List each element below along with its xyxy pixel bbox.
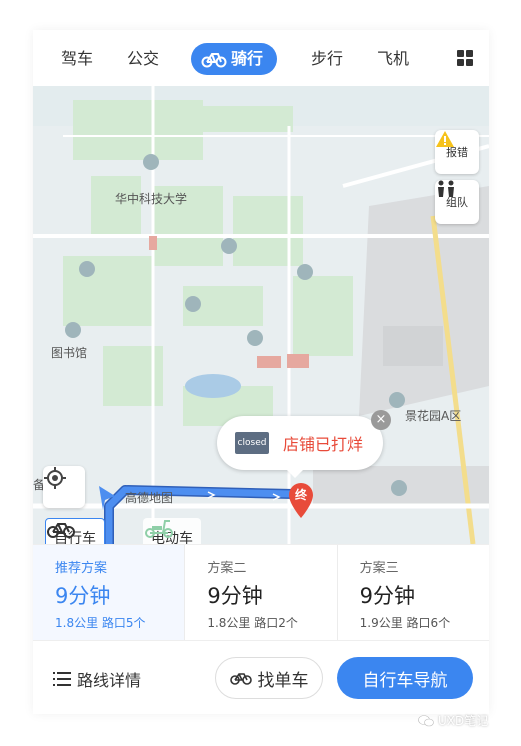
more-modes-grid-icon[interactable] xyxy=(457,50,473,66)
plan-name: 方案二 xyxy=(207,561,247,576)
poi-library-label: 图书馆 xyxy=(51,346,88,360)
bicycle-icon xyxy=(47,523,75,538)
mode-tab-flight[interactable]: 飞机 xyxy=(371,43,415,75)
route-plans: 推荐方案 9分钟 1.8公里 路口5个 方案二 9分钟 1.8公里 路口2个 方… xyxy=(33,544,489,640)
closed-sign-icon: closed xyxy=(235,432,269,454)
destination-pin-label: 终 xyxy=(294,488,307,502)
plan-distance: 1.8公里 路口2个 xyxy=(207,616,298,630)
plan-distance: 1.8公里 路口5个 xyxy=(55,616,146,630)
find-bike-button[interactable]: 找单车 xyxy=(215,657,323,699)
plan-name: 方案三 xyxy=(359,561,399,576)
mode-tab-drive[interactable]: 驾车 xyxy=(55,43,99,75)
plan-name: 推荐方案 xyxy=(55,561,108,576)
mode-tab-cycling-label: 骑行 xyxy=(231,49,264,68)
map-canvas xyxy=(33,86,489,544)
vehicle-tab-bicycle[interactable]: 自行车 xyxy=(45,518,105,544)
report-error-button[interactable]: 报错 xyxy=(435,130,479,174)
poi-start-label: 高德地图 xyxy=(125,491,174,505)
list-icon xyxy=(53,672,71,686)
app-screen: 驾车 公交 骑行 步行 飞机 华中科技大学 图书馆 景花园A区 高德地图 备 报… xyxy=(33,30,489,714)
route-details-button[interactable]: 路线详情 xyxy=(53,667,141,691)
plan-time: 9分钟 xyxy=(55,584,111,608)
mode-tab-transit[interactable]: 公交 xyxy=(121,43,165,75)
watermark: UXD笔记 xyxy=(418,712,488,729)
poi-garden-label: 景花园A区 xyxy=(405,409,462,423)
watermark-text: UXD笔记 xyxy=(438,714,489,728)
plan-distance: 1.9公里 路口6个 xyxy=(359,616,451,630)
find-bike-label: 找单车 xyxy=(257,670,309,691)
team-button[interactable]: 组队 xyxy=(435,180,479,224)
vehicle-tab-ebike[interactable]: 电动车 xyxy=(143,518,201,544)
route-details-label: 路线详情 xyxy=(77,671,142,690)
destination-pin[interactable]: 终 xyxy=(287,482,315,520)
wechat-icon xyxy=(418,714,434,726)
closed-sign-text: closed xyxy=(237,438,267,448)
close-popup-button[interactable]: × xyxy=(371,410,391,430)
mode-tab-walk[interactable]: 步行 xyxy=(305,43,349,75)
group-people-icon xyxy=(438,180,454,197)
bicycle-icon xyxy=(201,53,227,68)
plan-time: 9分钟 xyxy=(207,584,263,608)
plan-time: 9分钟 xyxy=(359,584,416,608)
bottom-action-bar: 路线详情 找单车 自行车导航 xyxy=(33,640,489,714)
store-closed-text: 店铺已打烊 xyxy=(283,435,364,454)
route-plan-three[interactable]: 方案三 9分钟 1.9公里 路口6个 xyxy=(338,545,489,640)
bicycle-navigation-button[interactable]: 自行车导航 xyxy=(337,657,473,699)
bicycle-icon xyxy=(229,673,252,685)
locate-me-button[interactable] xyxy=(43,466,85,508)
map-view[interactable]: 华中科技大学 图书馆 景花园A区 高德地图 备 报错 组队 closed 店铺已… xyxy=(33,86,489,544)
mode-tab-cycling[interactable]: 骑行 xyxy=(191,43,278,75)
route-plan-recommended[interactable]: 推荐方案 9分钟 1.8公里 路口5个 xyxy=(33,545,186,640)
poi-university-label: 华中科技大学 xyxy=(115,192,188,206)
locate-crosshair-icon xyxy=(44,467,66,489)
route-plan-two[interactable]: 方案二 9分钟 1.8公里 路口2个 xyxy=(185,545,338,640)
warning-icon xyxy=(436,131,454,147)
travel-mode-bar: 驾车 公交 骑行 步行 飞机 xyxy=(33,30,489,86)
scooter-icon xyxy=(145,520,173,538)
store-closed-popup[interactable]: closed 店铺已打烊 × xyxy=(217,410,391,478)
